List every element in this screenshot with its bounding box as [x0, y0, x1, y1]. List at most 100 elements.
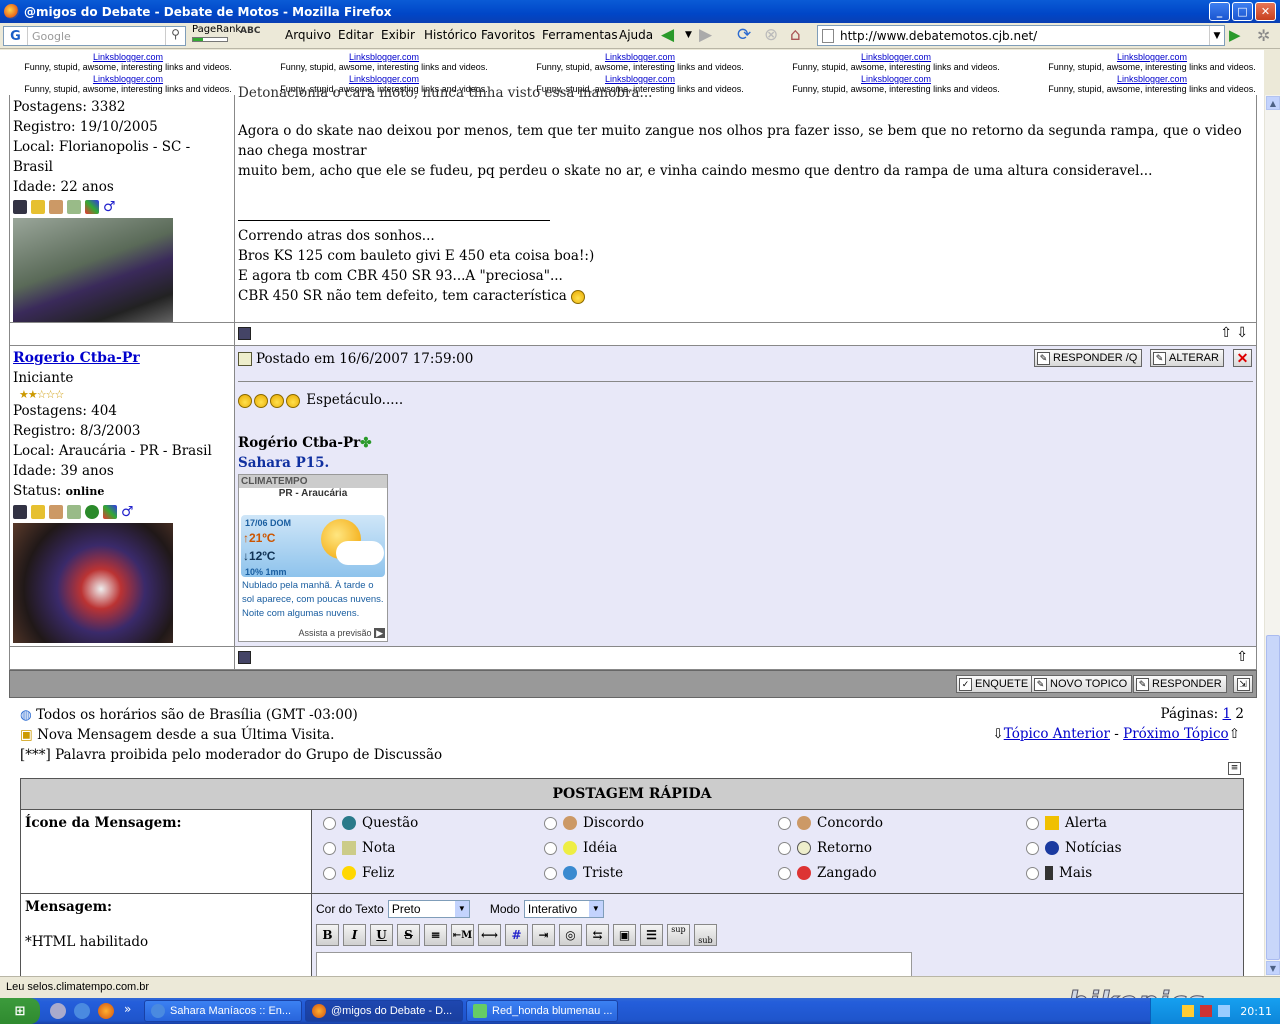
- marquee-left-button[interactable]: ⇤M: [451, 924, 474, 946]
- menu-exibir[interactable]: Exibir: [381, 28, 415, 42]
- home-icon[interactable]: ⌂: [790, 26, 801, 44]
- url-text[interactable]: http://www.debatemotos.cjb.net/: [840, 29, 1037, 43]
- swap-button[interactable]: ⇆: [586, 924, 609, 946]
- subscript-button[interactable]: sub: [694, 924, 717, 946]
- mailbox-icon[interactable]: [67, 200, 81, 214]
- magnifier-icon[interactable]: ⚲: [165, 27, 185, 45]
- back-dropdown-icon[interactable]: ▼: [685, 26, 692, 44]
- superscript-button[interactable]: sup: [667, 924, 690, 946]
- go-icon[interactable]: ▶: [1229, 26, 1241, 44]
- task-sahara[interactable]: Sahara Maníacos :: En...: [144, 1000, 302, 1022]
- forward-arrow-icon[interactable]: ▶: [699, 26, 712, 44]
- spellcheck-button[interactable]: ABC: [240, 26, 260, 36]
- reply-quote-button[interactable]: ✎ RESPONDER /Q: [1034, 349, 1143, 367]
- ad-link[interactable]: Linksblogger.com: [1024, 52, 1264, 62]
- align-button[interactable]: ≡: [424, 924, 447, 946]
- radio-questao[interactable]: [323, 816, 336, 830]
- radio-zangado[interactable]: [778, 866, 791, 880]
- message-textarea[interactable]: [316, 952, 912, 976]
- profile-icon[interactable]: [13, 200, 27, 214]
- radio-noticias[interactable]: [1026, 841, 1039, 855]
- weather-widget[interactable]: CLIMATEMPO PR - Araucária 17/06 DOM ↑21º…: [238, 474, 388, 642]
- ad-link[interactable]: Linksblogger.com: [512, 52, 768, 62]
- radio-ideia[interactable]: [544, 841, 557, 855]
- globe-link-button[interactable]: ◎: [559, 924, 582, 946]
- desktop-icon[interactable]: [50, 1003, 66, 1019]
- more-quicklaunch-icon[interactable]: »: [124, 1002, 131, 1016]
- radio-concordo[interactable]: [778, 816, 791, 830]
- poll-button[interactable]: ✓ ENQUETE: [956, 675, 1034, 693]
- menu-editar[interactable]: Editar: [338, 28, 374, 42]
- mailbox-icon[interactable]: [67, 505, 81, 519]
- image-button[interactable]: ▣: [613, 924, 636, 946]
- quick-reply-button[interactable]: ⇲: [1233, 675, 1253, 693]
- indent-button[interactable]: ⇥: [532, 924, 555, 946]
- vertical-scrollbar[interactable]: ▲ ▼: [1264, 95, 1280, 976]
- stop-icon[interactable]: ⊗: [764, 26, 778, 44]
- up-arrow-icon[interactable]: ⇧: [1236, 649, 1248, 665]
- radio-triste[interactable]: [544, 866, 557, 880]
- ip-icon[interactable]: [238, 651, 251, 664]
- url-dropdown-icon[interactable]: ▼: [1209, 26, 1224, 45]
- bold-button[interactable]: B: [316, 924, 339, 946]
- google-search-box[interactable]: G Google ⚲: [3, 26, 186, 46]
- delete-button[interactable]: ✕: [1233, 349, 1252, 367]
- list-button[interactable]: ☰: [640, 924, 663, 946]
- maximize-button[interactable]: □: [1232, 2, 1253, 21]
- marquee-button[interactable]: ⟷: [478, 924, 501, 946]
- menu-historico[interactable]: Histórico: [424, 28, 477, 42]
- color-select[interactable]: Preto ▼: [387, 900, 470, 918]
- url-bar[interactable]: http://www.debatemotos.cjb.net/ ▼: [817, 25, 1225, 46]
- home-icon[interactable]: [49, 200, 63, 214]
- firefox-icon[interactable]: [98, 1003, 114, 1019]
- menu-arquivo[interactable]: Arquivo: [285, 28, 331, 42]
- home-icon[interactable]: [49, 505, 63, 519]
- radio-mais[interactable]: [1026, 866, 1039, 880]
- scroll-thumb[interactable]: [1266, 635, 1280, 960]
- up-arrow-icon[interactable]: ⇧: [1220, 325, 1232, 341]
- down-arrow-icon[interactable]: ⇩: [1236, 325, 1248, 341]
- ad-link[interactable]: Linksblogger.com: [0, 74, 256, 84]
- tray-icon[interactable]: [1200, 1005, 1213, 1017]
- page-1-link[interactable]: 1: [1223, 706, 1232, 722]
- tray-icon[interactable]: [1182, 1005, 1195, 1017]
- menu-ajuda[interactable]: Ajuda: [619, 28, 653, 42]
- menu-favoritos[interactable]: Favoritos: [481, 28, 535, 42]
- email-icon[interactable]: [31, 505, 45, 519]
- strike-button[interactable]: S: [397, 924, 420, 946]
- underline-button[interactable]: U: [370, 924, 393, 946]
- next-topic-link[interactable]: Próximo Tópico: [1123, 726, 1229, 742]
- email-icon[interactable]: [31, 200, 45, 214]
- author-link[interactable]: Rogerio Ctba-Pr: [13, 350, 140, 366]
- menu-ferramentas[interactable]: Ferramentas: [542, 28, 618, 42]
- radio-alerta[interactable]: [1026, 816, 1039, 830]
- radio-feliz[interactable]: [323, 866, 336, 880]
- mode-select[interactable]: Interativo ▼: [523, 900, 604, 918]
- task-red-honda[interactable]: Red_honda blumenau ...: [466, 1000, 618, 1022]
- scroll-down-icon[interactable]: ▼: [1266, 961, 1280, 975]
- radio-discordo[interactable]: [544, 816, 557, 830]
- clover-icon[interactable]: [85, 505, 99, 519]
- msn-icon[interactable]: [85, 200, 99, 214]
- task-debate[interactable]: @migos do Debate - D...: [305, 1000, 463, 1022]
- close-button[interactable]: ✕: [1255, 2, 1276, 21]
- italic-button[interactable]: I: [343, 924, 366, 946]
- ip-icon[interactable]: [238, 327, 251, 340]
- window-titlebar[interactable]: @migos do Debate - Debate de Motos - Moz…: [0, 0, 1280, 23]
- back-arrow-icon[interactable]: ◀: [661, 26, 674, 44]
- msn-icon[interactable]: [103, 505, 117, 519]
- minimize-button[interactable]: _: [1209, 2, 1230, 21]
- radio-retorno[interactable]: [778, 841, 791, 855]
- print-icon[interactable]: ≡: [1228, 762, 1241, 775]
- ad-link[interactable]: Linksblogger.com: [0, 52, 256, 62]
- scroll-up-icon[interactable]: ▲: [1266, 96, 1280, 110]
- reload-icon[interactable]: ⟳: [737, 26, 751, 44]
- weather-more-link[interactable]: Assista a previsão ▶: [299, 628, 385, 639]
- ad-link[interactable]: Linksblogger.com: [256, 52, 512, 62]
- start-button[interactable]: ⊞: [0, 998, 40, 1024]
- edit-button[interactable]: ✎ ALTERAR: [1150, 349, 1224, 367]
- radio-nota[interactable]: [323, 841, 336, 855]
- new-topic-button[interactable]: ✎ NOVO TOPICO: [1031, 675, 1133, 693]
- ie-icon[interactable]: [74, 1003, 90, 1019]
- hash-button[interactable]: #: [505, 924, 528, 946]
